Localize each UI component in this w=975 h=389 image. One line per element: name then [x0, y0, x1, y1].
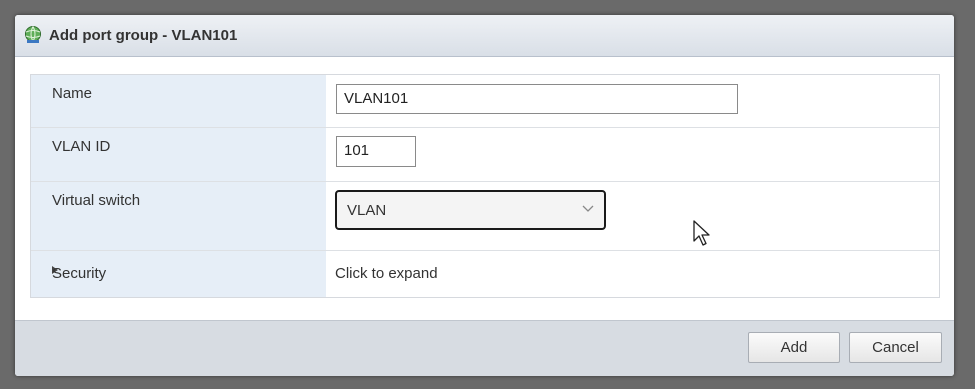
add-port-group-dialog: Add port group - VLAN101 Name VLAN101 VL… — [15, 15, 954, 376]
name-row: Name VLAN101 — [31, 75, 939, 128]
security-label[interactable]: Security — [52, 265, 106, 282]
dialog-title: Add port group - VLAN101 — [49, 27, 238, 44]
port-group-form: Name VLAN101 VLAN ID 101 Virtual switch … — [30, 74, 940, 298]
virtual-switch-label: Virtual switch — [52, 192, 141, 209]
name-label: Name — [52, 85, 93, 102]
name-input[interactable]: VLAN101 — [336, 84, 738, 114]
security-expand-link[interactable]: Click to expand — [335, 265, 438, 282]
add-button[interactable]: Add — [748, 332, 840, 363]
vlan-id-input[interactable]: 101 — [336, 136, 416, 167]
dialog-titlebar[interactable]: Add port group - VLAN101 — [15, 15, 954, 57]
virtual-switch-select[interactable]: VLAN — [335, 190, 606, 230]
mouse-pointer-icon — [692, 219, 712, 247]
vlan-id-row: VLAN ID 101 — [31, 128, 939, 182]
vlan-id-label: VLAN ID — [52, 138, 111, 155]
cancel-button[interactable]: Cancel — [849, 332, 942, 363]
chevron-down-icon — [582, 201, 594, 217]
security-row[interactable]: Security Click to expand — [31, 251, 939, 297]
dialog-footer: Add Cancel — [15, 320, 954, 376]
virtual-switch-row: Virtual switch VLAN — [31, 182, 939, 251]
network-globe-icon — [23, 25, 43, 45]
virtual-switch-value: VLAN — [347, 202, 387, 219]
